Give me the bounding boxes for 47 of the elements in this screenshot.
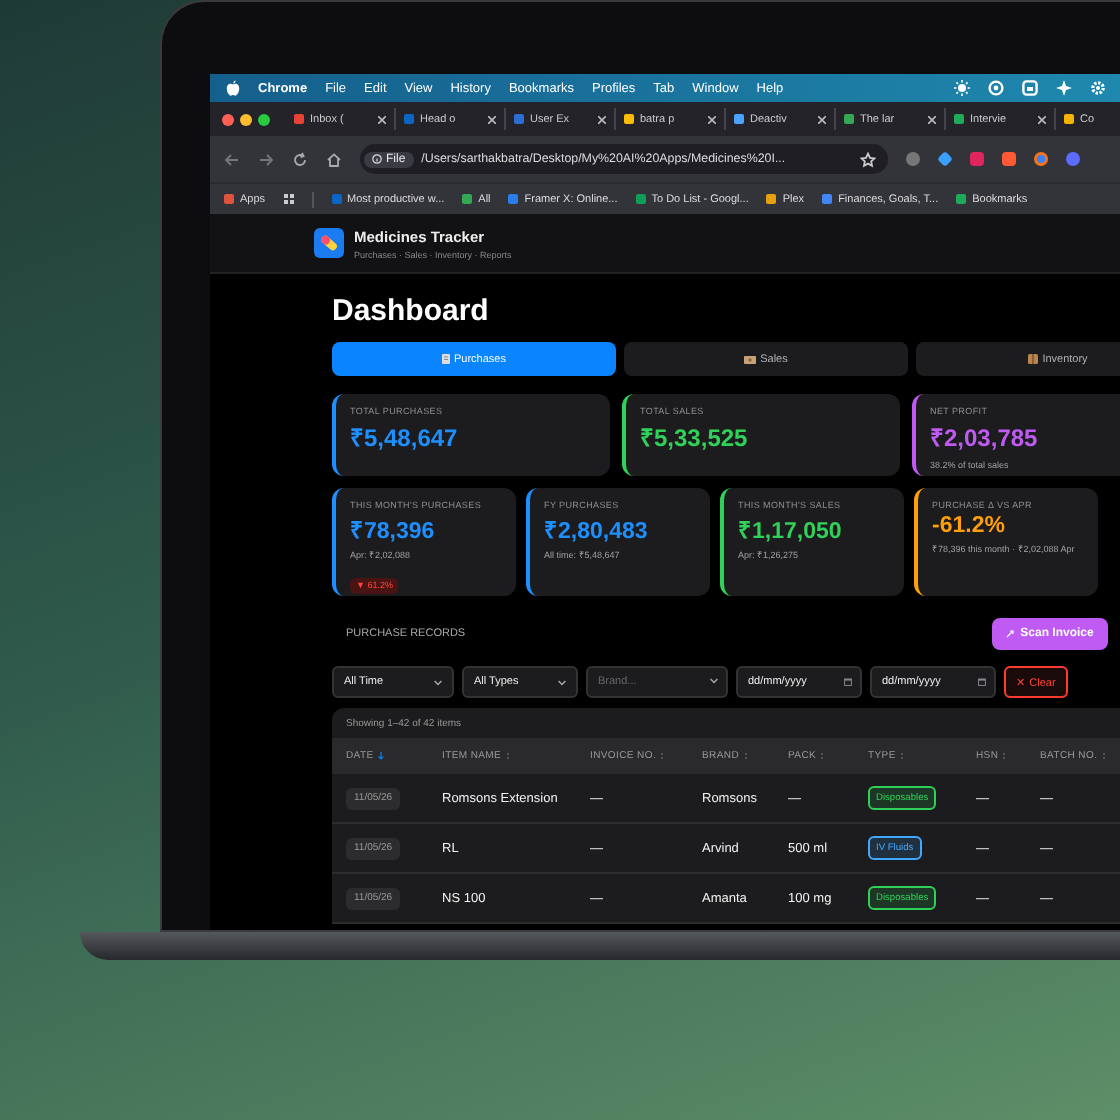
back-arrow-icon[interactable]	[224, 151, 240, 167]
extension-icon[interactable]	[970, 152, 984, 166]
brightness-icon[interactable]	[954, 80, 970, 96]
home-icon[interactable]	[326, 151, 342, 167]
page-title: Dashboard	[332, 294, 489, 330]
forward-arrow-icon[interactable]	[258, 151, 274, 167]
circle-icon[interactable]	[988, 80, 1004, 96]
star-icon[interactable]	[860, 151, 876, 167]
chevron-down-icon	[434, 679, 442, 685]
sparkle-icon[interactable]	[1056, 80, 1072, 96]
extension-icon[interactable]	[1034, 152, 1048, 166]
stat-value: ₹5,33,525	[640, 422, 750, 454]
close-window-icon[interactable]	[222, 113, 234, 125]
close-icon[interactable]	[928, 115, 936, 123]
minimize-window-icon[interactable]	[240, 113, 252, 125]
box-icon	[1028, 354, 1039, 364]
gear-icon[interactable]	[1090, 80, 1106, 96]
sort-descending-icon[interactable]	[377, 752, 384, 760]
extension-icon[interactable]	[1066, 152, 1080, 166]
close-icon[interactable]	[1038, 115, 1046, 123]
calendar-icon	[978, 678, 986, 686]
close-icon[interactable]	[708, 115, 716, 123]
clipboard-icon	[442, 354, 450, 364]
chevron-down-icon	[710, 678, 718, 684]
calendar-icon	[844, 678, 852, 686]
close-icon[interactable]	[488, 115, 496, 123]
stat-value: ₹78,396	[350, 518, 437, 544]
close-icon[interactable]	[818, 115, 826, 123]
stat-value: ₹5,48,647	[350, 422, 460, 454]
chevron-down-icon	[558, 679, 566, 685]
apps-grid-icon[interactable]	[283, 194, 294, 204]
stat-value: ₹1,17,050	[738, 518, 844, 544]
stat-value: ₹2,03,785	[930, 422, 1040, 454]
zoom-window-icon[interactable]	[258, 113, 270, 125]
stat-value: -61.2%	[932, 514, 1007, 538]
stat-value: ₹2,80,483	[544, 518, 650, 544]
close-icon[interactable]	[598, 115, 606, 123]
pill-logo-icon	[314, 228, 344, 258]
info-icon	[372, 154, 382, 164]
extension-icon[interactable]	[906, 152, 920, 166]
cash-icon	[744, 355, 757, 363]
extension-icon[interactable]	[937, 151, 953, 167]
apple-icon[interactable]	[226, 80, 240, 96]
close-icon[interactable]	[378, 115, 386, 123]
reload-icon[interactable]	[292, 151, 308, 167]
extension-icon[interactable]	[1002, 152, 1016, 166]
square-icon[interactable]	[1022, 80, 1038, 96]
